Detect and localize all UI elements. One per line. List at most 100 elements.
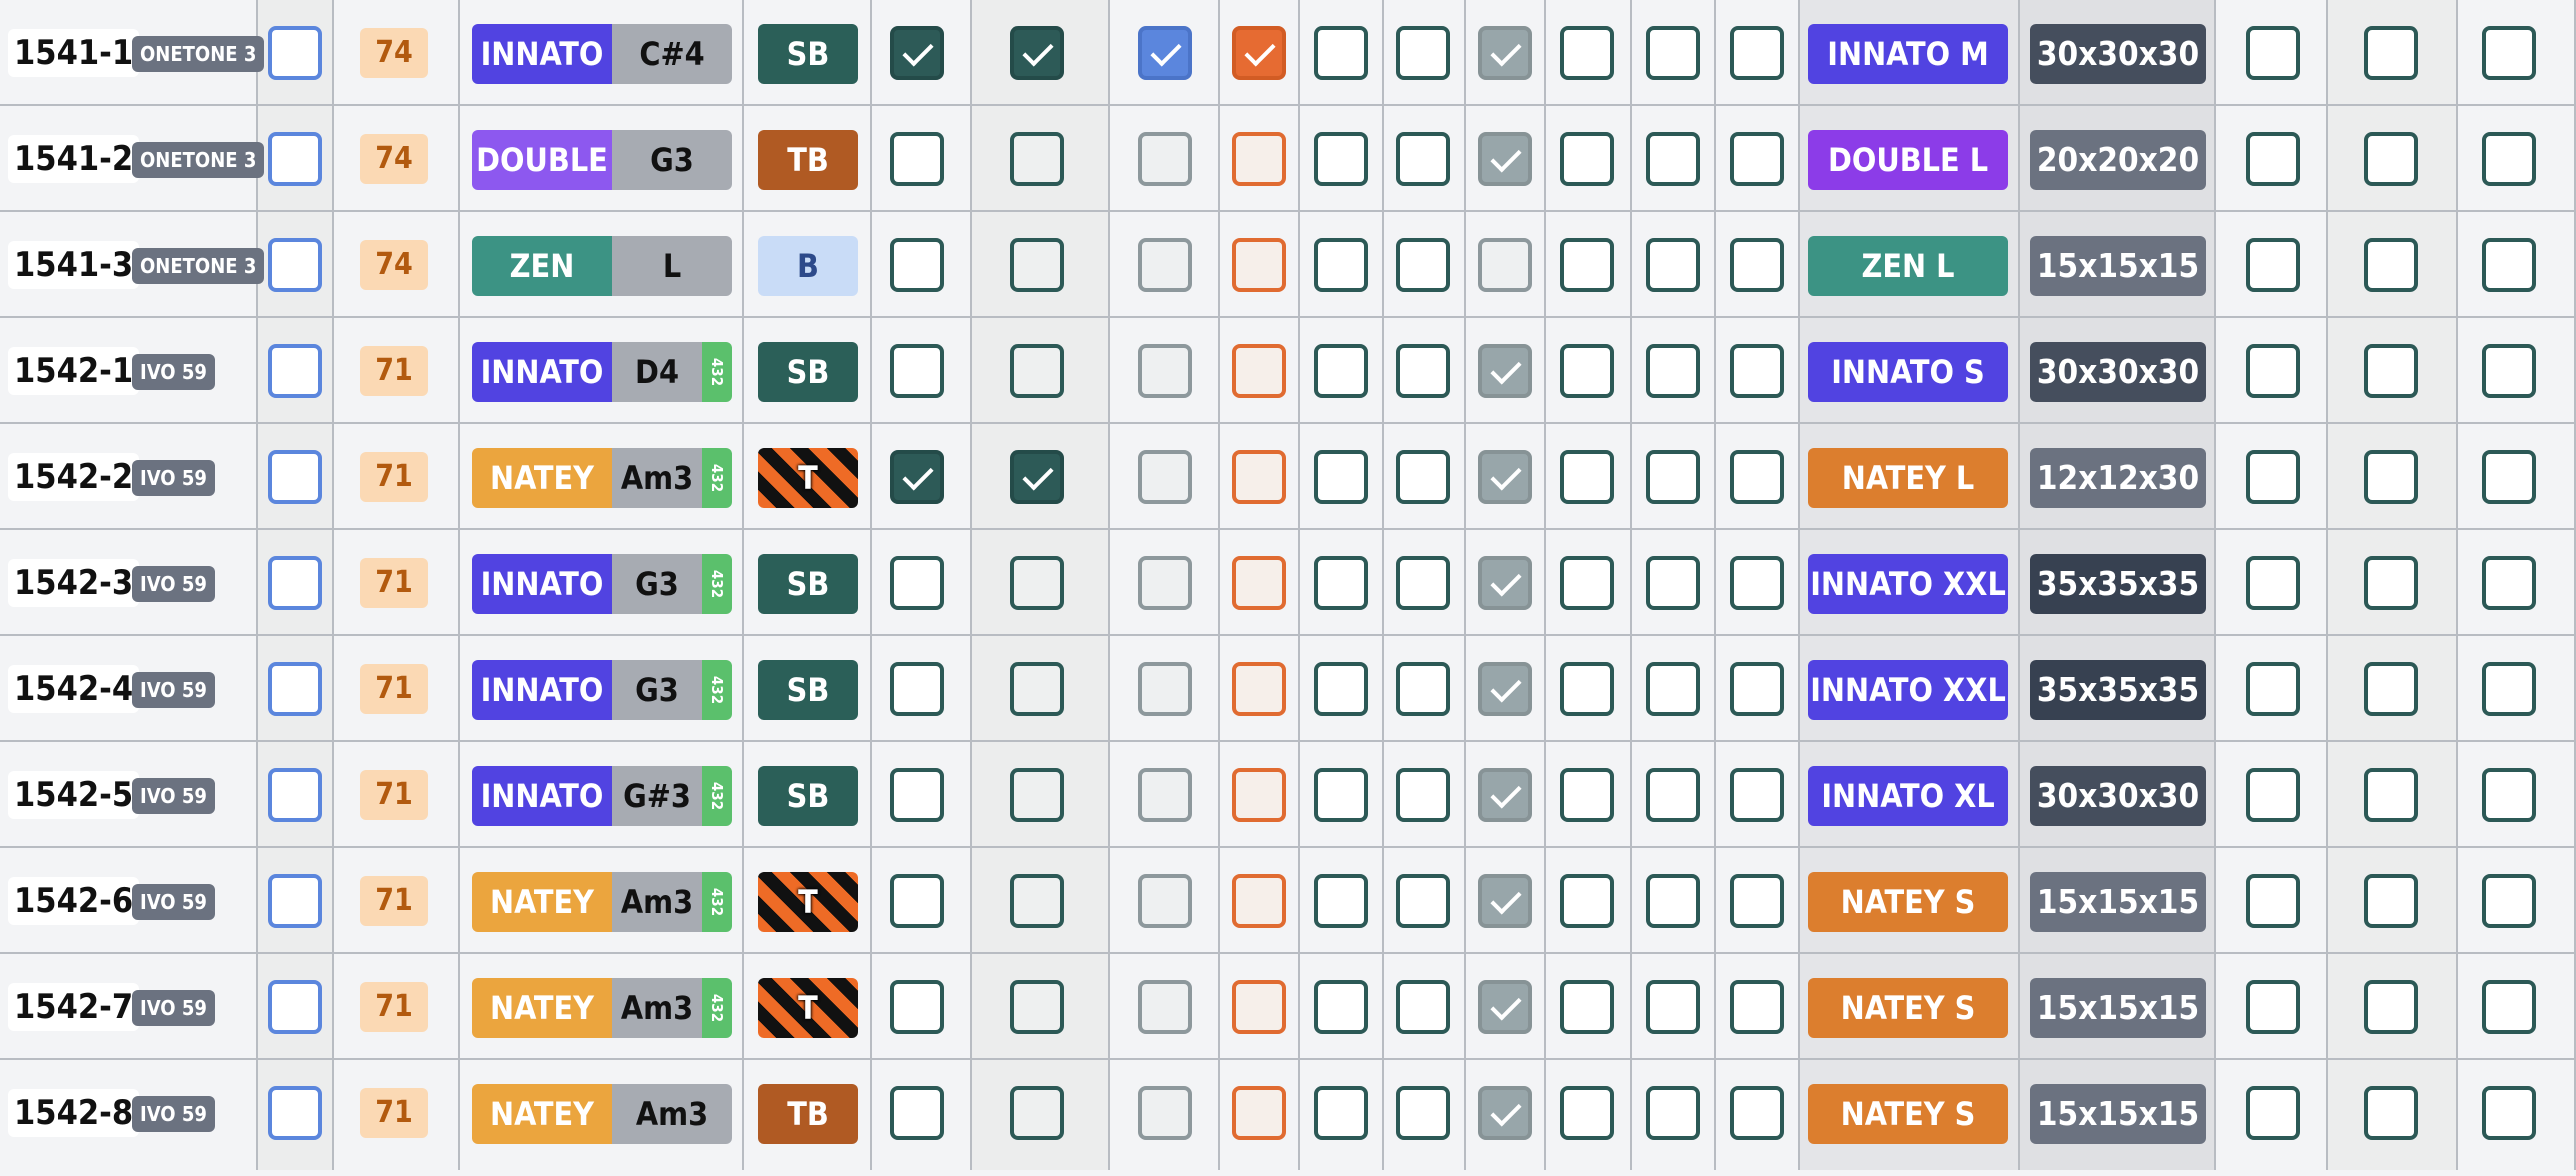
step-9-checkbox[interactable]	[1646, 26, 1700, 80]
step-7-checkbox[interactable]	[1478, 874, 1532, 928]
step-11-checkbox[interactable]	[2246, 238, 2300, 292]
step-1-checkbox[interactable]	[890, 1086, 944, 1140]
step-8-checkbox[interactable]	[1560, 874, 1614, 928]
step-8-checkbox[interactable]	[1560, 238, 1614, 292]
step-3-checkbox[interactable]	[1138, 662, 1192, 716]
step-4-checkbox[interactable]	[1232, 980, 1286, 1034]
step-10-checkbox[interactable]	[1730, 450, 1784, 504]
step-3-checkbox[interactable]	[1138, 556, 1192, 610]
step-8-checkbox[interactable]	[1560, 1086, 1614, 1140]
select-checkbox[interactable]	[268, 556, 322, 610]
step-9-checkbox[interactable]	[1646, 662, 1700, 716]
step-13-checkbox[interactable]	[2482, 344, 2536, 398]
step-12-checkbox[interactable]	[2364, 238, 2418, 292]
step-6-checkbox[interactable]	[1396, 980, 1450, 1034]
step-5-checkbox[interactable]	[1314, 26, 1368, 80]
step-6-checkbox[interactable]	[1396, 344, 1450, 398]
step-9-checkbox[interactable]	[1646, 1086, 1700, 1140]
step-2-checkbox[interactable]	[1010, 556, 1064, 610]
step-6-checkbox[interactable]	[1396, 238, 1450, 292]
step-3-checkbox[interactable]	[1138, 450, 1192, 504]
step-11-checkbox[interactable]	[2246, 874, 2300, 928]
step-4-checkbox[interactable]	[1232, 26, 1286, 80]
step-5-checkbox[interactable]	[1314, 874, 1368, 928]
step-13-checkbox[interactable]	[2482, 980, 2536, 1034]
step-12-checkbox[interactable]	[2364, 768, 2418, 822]
step-6-checkbox[interactable]	[1396, 132, 1450, 186]
step-4-checkbox[interactable]	[1232, 238, 1286, 292]
step-4-checkbox[interactable]	[1232, 132, 1286, 186]
step-2-checkbox[interactable]	[1010, 344, 1064, 398]
step-13-checkbox[interactable]	[2482, 1086, 2536, 1140]
step-9-checkbox[interactable]	[1646, 556, 1700, 610]
step-12-checkbox[interactable]	[2364, 874, 2418, 928]
select-checkbox[interactable]	[268, 980, 322, 1034]
step-5-checkbox[interactable]	[1314, 238, 1368, 292]
step-1-checkbox[interactable]	[890, 768, 944, 822]
step-3-checkbox[interactable]	[1138, 238, 1192, 292]
step-9-checkbox[interactable]	[1646, 980, 1700, 1034]
step-6-checkbox[interactable]	[1396, 874, 1450, 928]
step-1-checkbox[interactable]	[890, 874, 944, 928]
step-10-checkbox[interactable]	[1730, 238, 1784, 292]
step-9-checkbox[interactable]	[1646, 874, 1700, 928]
step-7-checkbox[interactable]	[1478, 132, 1532, 186]
step-13-checkbox[interactable]	[2482, 768, 2536, 822]
step-4-checkbox[interactable]	[1232, 874, 1286, 928]
step-6-checkbox[interactable]	[1396, 768, 1450, 822]
step-11-checkbox[interactable]	[2246, 344, 2300, 398]
step-7-checkbox[interactable]	[1478, 662, 1532, 716]
step-8-checkbox[interactable]	[1560, 344, 1614, 398]
step-4-checkbox[interactable]	[1232, 450, 1286, 504]
step-4-checkbox[interactable]	[1232, 1086, 1286, 1140]
step-1-checkbox[interactable]	[890, 556, 944, 610]
step-8-checkbox[interactable]	[1560, 132, 1614, 186]
select-checkbox[interactable]	[268, 344, 322, 398]
step-6-checkbox[interactable]	[1396, 662, 1450, 716]
step-3-checkbox[interactable]	[1138, 344, 1192, 398]
step-3-checkbox[interactable]	[1138, 132, 1192, 186]
step-2-checkbox[interactable]	[1010, 238, 1064, 292]
step-4-checkbox[interactable]	[1232, 344, 1286, 398]
step-8-checkbox[interactable]	[1560, 26, 1614, 80]
step-10-checkbox[interactable]	[1730, 1086, 1784, 1140]
step-5-checkbox[interactable]	[1314, 344, 1368, 398]
step-2-checkbox[interactable]	[1010, 980, 1064, 1034]
step-7-checkbox[interactable]	[1478, 768, 1532, 822]
step-10-checkbox[interactable]	[1730, 980, 1784, 1034]
select-checkbox[interactable]	[268, 26, 322, 80]
step-7-checkbox[interactable]	[1478, 980, 1532, 1034]
step-5-checkbox[interactable]	[1314, 556, 1368, 610]
step-12-checkbox[interactable]	[2364, 1086, 2418, 1140]
step-11-checkbox[interactable]	[2246, 26, 2300, 80]
select-checkbox[interactable]	[268, 662, 322, 716]
step-8-checkbox[interactable]	[1560, 662, 1614, 716]
step-10-checkbox[interactable]	[1730, 26, 1784, 80]
step-10-checkbox[interactable]	[1730, 132, 1784, 186]
step-1-checkbox[interactable]	[890, 26, 944, 80]
step-11-checkbox[interactable]	[2246, 556, 2300, 610]
step-13-checkbox[interactable]	[2482, 26, 2536, 80]
step-12-checkbox[interactable]	[2364, 980, 2418, 1034]
step-4-checkbox[interactable]	[1232, 556, 1286, 610]
step-2-checkbox[interactable]	[1010, 450, 1064, 504]
step-2-checkbox[interactable]	[1010, 1086, 1064, 1140]
select-checkbox[interactable]	[268, 132, 322, 186]
step-9-checkbox[interactable]	[1646, 238, 1700, 292]
step-7-checkbox[interactable]	[1478, 26, 1532, 80]
select-checkbox[interactable]	[268, 768, 322, 822]
step-1-checkbox[interactable]	[890, 344, 944, 398]
step-4-checkbox[interactable]	[1232, 662, 1286, 716]
step-5-checkbox[interactable]	[1314, 132, 1368, 186]
step-4-checkbox[interactable]	[1232, 768, 1286, 822]
step-5-checkbox[interactable]	[1314, 768, 1368, 822]
step-12-checkbox[interactable]	[2364, 662, 2418, 716]
step-11-checkbox[interactable]	[2246, 1086, 2300, 1140]
step-5-checkbox[interactable]	[1314, 662, 1368, 716]
step-6-checkbox[interactable]	[1396, 450, 1450, 504]
step-1-checkbox[interactable]	[890, 980, 944, 1034]
step-5-checkbox[interactable]	[1314, 1086, 1368, 1140]
step-12-checkbox[interactable]	[2364, 26, 2418, 80]
step-2-checkbox[interactable]	[1010, 662, 1064, 716]
step-13-checkbox[interactable]	[2482, 450, 2536, 504]
